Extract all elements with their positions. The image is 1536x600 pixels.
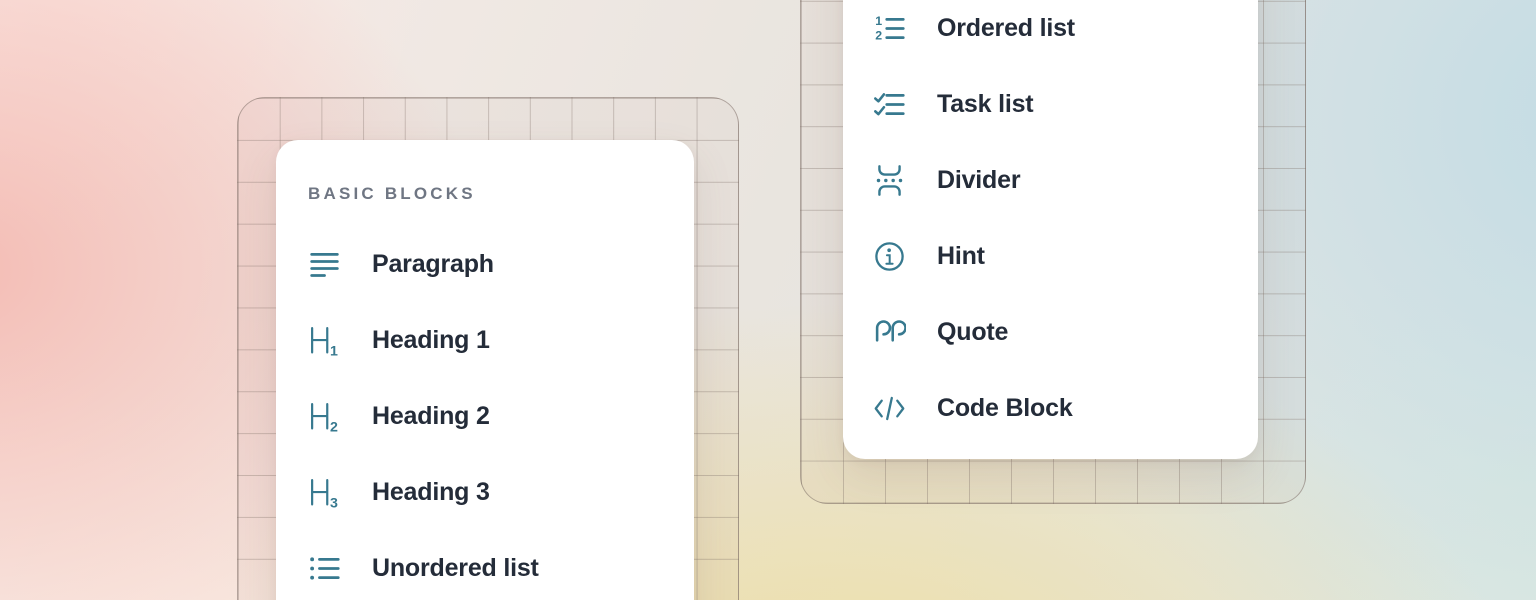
divider-icon xyxy=(873,164,906,197)
heading-3-icon: 3 xyxy=(308,476,341,509)
menu-item-label: Divider xyxy=(937,166,1020,195)
menu-item-heading-3[interactable]: 3 Heading 3 xyxy=(276,454,694,530)
more-blocks-menu: 12 Ordered list Task list Divider Hint Quote C… xyxy=(843,0,1258,446)
menu-item-heading-1[interactable]: 1 Heading 1 xyxy=(276,302,694,378)
menu-item-label: Paragraph xyxy=(372,250,494,279)
svg-text:2: 2 xyxy=(330,419,338,432)
unordered-list-icon xyxy=(308,552,341,585)
svg-text:2: 2 xyxy=(875,28,882,42)
menu-item-divider[interactable]: Divider xyxy=(843,142,1258,218)
menu-item-heading-2[interactable]: 2 Heading 2 xyxy=(276,378,694,454)
menu-item-ordered-list[interactable]: 12 Ordered list xyxy=(843,0,1258,66)
more-blocks-panel: 12 Ordered list Task list Divider Hint Quote C… xyxy=(843,0,1258,459)
menu-item-label: Heading 2 xyxy=(372,402,490,431)
svg-text:3: 3 xyxy=(330,495,338,508)
menu-item-task-list[interactable]: Task list xyxy=(843,66,1258,142)
menu-item-paragraph[interactable]: Paragraph xyxy=(276,226,694,302)
task-list-icon xyxy=(873,88,906,121)
heading-2-icon: 2 xyxy=(308,400,341,433)
svg-text:1: 1 xyxy=(875,13,882,27)
menu-item-label: Heading 3 xyxy=(372,478,490,507)
menu-item-code-block[interactable]: Code Block xyxy=(843,370,1258,446)
menu-item-hint[interactable]: Hint xyxy=(843,218,1258,294)
paragraph-icon xyxy=(308,248,341,281)
menu-item-label: Quote xyxy=(937,318,1008,347)
menu-item-label: Hint xyxy=(937,242,985,271)
illustration-stage: BASIC BLOCKS Paragraph 1 Heading 1 2 Heading… xyxy=(0,0,1536,600)
svg-text:1: 1 xyxy=(330,343,338,356)
menu-item-unordered-list[interactable]: Unordered list xyxy=(276,530,694,600)
basic-blocks-panel: BASIC BLOCKS Paragraph 1 Heading 1 2 Heading… xyxy=(276,140,694,600)
code-block-icon xyxy=(873,392,906,425)
basic-blocks-menu: Paragraph 1 Heading 1 2 Heading 2 3 Heading 3 U… xyxy=(276,226,694,600)
menu-item-quote[interactable]: Quote xyxy=(843,294,1258,370)
heading-1-icon: 1 xyxy=(308,324,341,357)
menu-item-label: Code Block xyxy=(937,394,1073,423)
menu-item-label: Unordered list xyxy=(372,554,539,583)
quote-icon xyxy=(873,316,906,349)
menu-item-label: Ordered list xyxy=(937,14,1075,43)
ordered-list-icon: 12 xyxy=(873,12,906,45)
menu-item-label: Heading 1 xyxy=(372,326,490,355)
section-label: BASIC BLOCKS xyxy=(308,183,694,204)
hint-icon xyxy=(873,240,906,273)
menu-item-label: Task list xyxy=(937,90,1033,119)
